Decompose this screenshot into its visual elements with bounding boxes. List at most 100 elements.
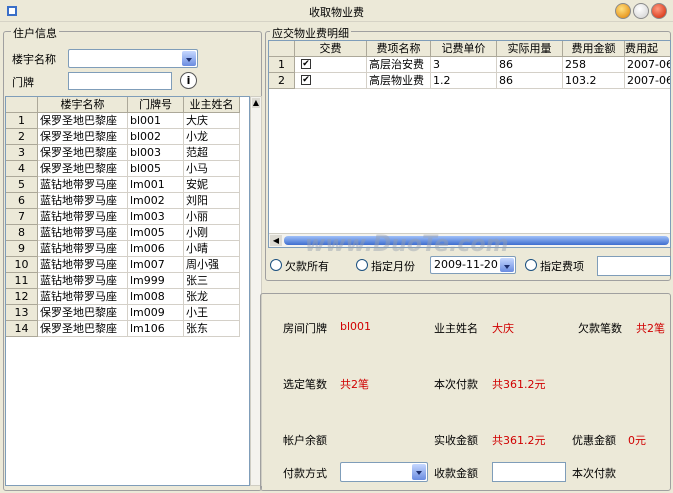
row-number[interactable]: 6 bbox=[6, 193, 38, 209]
spin-icon[interactable] bbox=[500, 258, 514, 272]
column-header[interactable]: 记费单价 bbox=[431, 41, 497, 57]
pay-checkbox-cell[interactable]: ✔ bbox=[295, 57, 367, 73]
table-cell-owner[interactable]: 小刚 bbox=[184, 225, 240, 241]
row-number[interactable]: 7 bbox=[6, 209, 38, 225]
table-cell-plate[interactable]: lm006 bbox=[128, 241, 184, 257]
table-cell-amount[interactable]: 258 bbox=[563, 57, 625, 73]
collect-amount-input[interactable] bbox=[492, 462, 566, 482]
table-cell-owner[interactable]: 小龙 bbox=[184, 129, 240, 145]
row-number[interactable]: 2 bbox=[269, 73, 295, 89]
table-cell-building[interactable]: 蓝钻地带罗马座 bbox=[38, 241, 128, 257]
table-cell-plate[interactable]: lm106 bbox=[128, 321, 184, 337]
table-cell-owner[interactable]: 小丽 bbox=[184, 209, 240, 225]
row-number[interactable]: 3 bbox=[6, 145, 38, 161]
table-cell-plate[interactable]: lm001 bbox=[128, 177, 184, 193]
column-header[interactable]: 楼宇名称 bbox=[38, 97, 128, 113]
row-number[interactable]: 4 bbox=[6, 161, 38, 177]
column-header[interactable]: 业主姓名 bbox=[184, 97, 240, 113]
scroll-left-arrow-icon[interactable]: ◀ bbox=[270, 235, 282, 246]
row-number[interactable]: 8 bbox=[6, 225, 38, 241]
month-radio[interactable] bbox=[356, 259, 368, 271]
column-header[interactable]: 门牌号 bbox=[128, 97, 184, 113]
table-cell-owner[interactable]: 刘阳 bbox=[184, 193, 240, 209]
table-cell-owner[interactable]: 张龙 bbox=[184, 289, 240, 305]
table-cell-building[interactable]: 蓝钻地带罗马座 bbox=[38, 209, 128, 225]
chevron-down-icon[interactable] bbox=[182, 51, 196, 66]
payment-method-select[interactable] bbox=[340, 462, 428, 482]
maximize-button[interactable] bbox=[633, 3, 649, 19]
column-header[interactable]: 费用金额 bbox=[563, 41, 625, 57]
row-number[interactable]: 5 bbox=[6, 177, 38, 193]
table-cell-building[interactable]: 保罗圣地巴黎座 bbox=[38, 145, 128, 161]
row-number[interactable]: 14 bbox=[6, 321, 38, 337]
table-cell-fee-name[interactable]: 高层治安费 bbox=[367, 57, 431, 73]
table-cell-owner[interactable]: 安妮 bbox=[184, 177, 240, 193]
table-cell-owner[interactable]: 范超 bbox=[184, 145, 240, 161]
table-cell-owner[interactable]: 小马 bbox=[184, 161, 240, 177]
table-cell-building[interactable]: 蓝钻地带罗马座 bbox=[38, 273, 128, 289]
row-number[interactable]: 1 bbox=[269, 57, 295, 73]
fee-item-input[interactable] bbox=[597, 256, 671, 276]
row-number[interactable]: 9 bbox=[6, 241, 38, 257]
row-number[interactable]: 2 bbox=[6, 129, 38, 145]
row-number[interactable]: 13 bbox=[6, 305, 38, 321]
table-cell-owner[interactable]: 周小强 bbox=[184, 257, 240, 273]
minimize-button[interactable] bbox=[615, 3, 631, 19]
row-number[interactable]: 11 bbox=[6, 273, 38, 289]
table-cell-building[interactable]: 蓝钻地带罗马座 bbox=[38, 225, 128, 241]
chevron-down-icon[interactable] bbox=[412, 464, 426, 480]
table-cell-price[interactable]: 3 bbox=[431, 57, 497, 73]
scroll-up-arrow-icon[interactable]: ▲ bbox=[252, 98, 260, 108]
table-cell-start[interactable]: 2007-06 bbox=[625, 57, 670, 73]
table-cell-plate[interactable]: lm008 bbox=[128, 289, 184, 305]
arrears-all-radio[interactable] bbox=[270, 259, 282, 271]
table-cell-owner[interactable]: 大庆 bbox=[184, 113, 240, 129]
date-value: 2009-11-20 bbox=[434, 258, 498, 271]
table-cell-plate[interactable]: lm003 bbox=[128, 209, 184, 225]
table-cell-building[interactable]: 蓝钻地带罗马座 bbox=[38, 193, 128, 209]
date-picker[interactable]: 2009-11-20 bbox=[430, 256, 516, 274]
table-cell-plate[interactable]: lm002 bbox=[128, 193, 184, 209]
row-number[interactable]: 1 bbox=[6, 113, 38, 129]
table-cell-owner[interactable]: 小王 bbox=[184, 305, 240, 321]
table-cell-plate[interactable]: bl003 bbox=[128, 145, 184, 161]
table-cell-plate[interactable]: bl002 bbox=[128, 129, 184, 145]
table-cell-building[interactable]: 保罗圣地巴黎座 bbox=[38, 305, 128, 321]
table-cell-building[interactable]: 保罗圣地巴黎座 bbox=[38, 129, 128, 145]
pay-checkbox[interactable]: ✔ bbox=[301, 59, 311, 69]
column-header[interactable]: 费用起 bbox=[625, 41, 670, 57]
pay-checkbox-cell[interactable]: ✔ bbox=[295, 73, 367, 89]
table-cell-plate[interactable]: lm009 bbox=[128, 305, 184, 321]
table-cell-plate[interactable]: lm007 bbox=[128, 257, 184, 273]
info-icon[interactable]: i bbox=[180, 72, 197, 89]
table-cell-building[interactable]: 蓝钻地带罗马座 bbox=[38, 177, 128, 193]
table-cell-usage[interactable]: 86 bbox=[497, 73, 563, 89]
table-cell-amount[interactable]: 103.2 bbox=[563, 73, 625, 89]
table-cell-owner[interactable]: 张三 bbox=[184, 273, 240, 289]
row-number[interactable]: 10 bbox=[6, 257, 38, 273]
table-cell-building[interactable]: 保罗圣地巴黎座 bbox=[38, 161, 128, 177]
row-number[interactable]: 12 bbox=[6, 289, 38, 305]
table-cell-fee-name[interactable]: 高层物业费 bbox=[367, 73, 431, 89]
table-cell-plate[interactable]: lm005 bbox=[128, 225, 184, 241]
table-cell-owner[interactable]: 张东 bbox=[184, 321, 240, 337]
column-header[interactable]: 实际用量 bbox=[497, 41, 563, 57]
column-header[interactable]: 交费 bbox=[295, 41, 367, 57]
close-button[interactable] bbox=[651, 3, 667, 19]
plate-input[interactable] bbox=[68, 72, 172, 90]
table-cell-usage[interactable]: 86 bbox=[497, 57, 563, 73]
table-cell-building[interactable]: 蓝钻地带罗马座 bbox=[38, 289, 128, 305]
table-cell-building[interactable]: 保罗圣地巴黎座 bbox=[38, 113, 128, 129]
table-cell-plate[interactable]: bl001 bbox=[128, 113, 184, 129]
table-cell-price[interactable]: 1.2 bbox=[431, 73, 497, 89]
column-header[interactable]: 费项名称 bbox=[367, 41, 431, 57]
table-cell-start[interactable]: 2007-06 bbox=[625, 73, 670, 89]
pay-checkbox[interactable]: ✔ bbox=[301, 75, 311, 85]
table-cell-building[interactable]: 保罗圣地巴黎座 bbox=[38, 321, 128, 337]
table-cell-plate[interactable]: bl005 bbox=[128, 161, 184, 177]
fee-item-radio[interactable] bbox=[525, 259, 537, 271]
table-cell-building[interactable]: 蓝钻地带罗马座 bbox=[38, 257, 128, 273]
building-select[interactable] bbox=[68, 49, 198, 68]
table-cell-plate[interactable]: lm999 bbox=[128, 273, 184, 289]
table-cell-owner[interactable]: 小晴 bbox=[184, 241, 240, 257]
